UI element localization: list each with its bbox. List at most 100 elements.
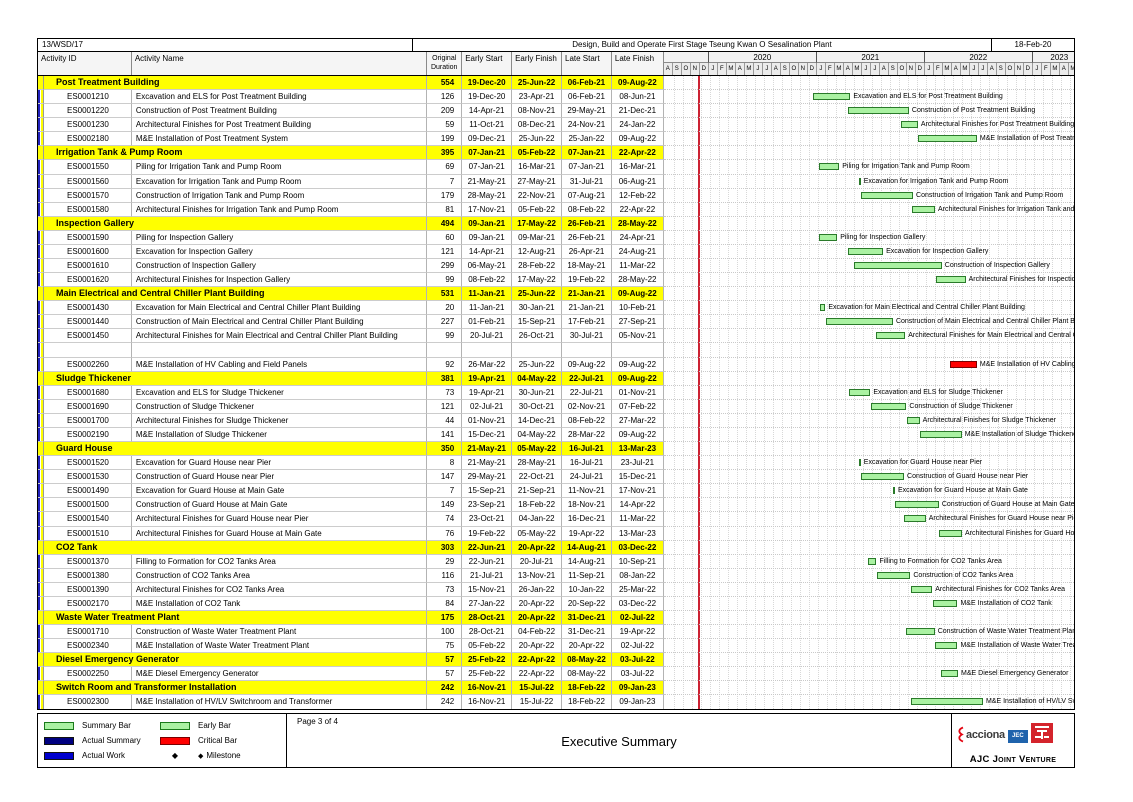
activity-id: ES0001560 — [44, 175, 132, 189]
late-start: 29-May-21 — [562, 104, 612, 118]
activity-id: ES0001690 — [44, 400, 132, 414]
activity-name: Excavation for Guard House near Pier — [132, 456, 427, 470]
timeline-month: N — [907, 63, 916, 75]
early-finish: 20-Apr-22 — [512, 597, 562, 611]
timeline-month: M — [1069, 63, 1074, 75]
timeline-month: J — [970, 63, 979, 75]
gantt-bar — [911, 698, 983, 705]
late-finish: 24-Jan-22 — [612, 118, 664, 132]
early-finish: 13-Nov-21 — [512, 569, 562, 583]
original-duration: 60 — [427, 231, 462, 245]
late-start: 11-Nov-21 — [562, 484, 612, 498]
late-start: 26-Feb-21 — [562, 231, 612, 245]
timeline-month: J — [754, 63, 763, 75]
late-finish: 08-Jan-22 — [612, 569, 664, 583]
section-duration: 531 — [427, 287, 462, 301]
activity-name: Excavation for Guard House at Main Gate — [132, 484, 427, 498]
timeline-header: 2020202120222023 ASONDJFMAMJJASONDJFMAMJ… — [664, 52, 1074, 75]
section-early-finish: 25-Jun-22 — [512, 287, 562, 301]
original-duration: 29 — [427, 555, 462, 569]
late-start: 26-Apr-21 — [562, 245, 612, 259]
gantt-bar-label: Architectural Finishes for Guard House a… — [965, 527, 1074, 541]
activity-name: Construction of Sludge Thickener — [132, 400, 427, 414]
gantt-row: Construction of Irrigation Tank and Pump… — [664, 189, 1074, 203]
section-early-finish: 20-Apr-22 — [512, 541, 562, 555]
activity-row: ES0001220 Construction of Post Treatment… — [38, 104, 1074, 118]
late-finish: 14-Apr-22 — [612, 498, 664, 512]
acciona-wordmark: acciona — [966, 729, 1005, 741]
original-duration: 100 — [427, 625, 462, 639]
activity-id: ES0001220 — [44, 104, 132, 118]
report-document: 13/WSD/17 Design, Build and Operate Firs… — [37, 38, 1075, 768]
section-late-finish: 22-Apr-22 — [612, 146, 664, 160]
section-name: Sludge Thickener — [44, 372, 427, 386]
activity-row: ES0001380 Construction of CO2 Tanks Area… — [38, 569, 1074, 583]
early-start: 11-Oct-21 — [462, 118, 512, 132]
gantt-row: Architectural Finishes for Guard House n… — [664, 512, 1074, 526]
original-duration: 92 — [427, 358, 462, 372]
gantt-row: Architectural Finishes for Post Treatmen… — [664, 118, 1074, 132]
original-duration: 227 — [427, 315, 462, 329]
col-header-original-duration: Original Duration — [427, 52, 462, 75]
late-start: 02-Nov-21 — [562, 400, 612, 414]
early-finish: 20-Apr-22 — [512, 639, 562, 653]
activity-row: ES0001580 Architectural Finishes for Irr… — [38, 203, 1074, 217]
activity-name — [132, 343, 427, 357]
gantt-row: M&E Installation of HV/LV Switchroom and… — [664, 695, 1074, 709]
section-duration: 242 — [427, 681, 462, 695]
gantt-bar-label: Architectural Finishes for Guard House n… — [929, 512, 1074, 526]
late-start: 11-Sep-21 — [562, 569, 612, 583]
gantt-bar — [912, 206, 935, 213]
gantt-bar-label: Excavation and ELS for Post Treatment Bu… — [853, 90, 1002, 104]
late-start: 20-Apr-22 — [562, 639, 612, 653]
activity-row: ES0001590 Piling for Inspection Gallery … — [38, 231, 1074, 245]
gantt-bar-label: Excavation for Inspection Gallery — [886, 245, 988, 259]
legend: Summary Bar Early Bar Actual Summary Cri… — [37, 713, 287, 768]
early-start: 15-Dec-21 — [462, 428, 512, 442]
col-header-early-finish: Early Finish — [512, 52, 562, 75]
early-finish: 26-Oct-21 — [512, 329, 562, 343]
gantt-bar-label: Excavation for Guard House near Pier — [864, 456, 982, 470]
timeline-month: N — [691, 63, 700, 75]
section-late-start: 06-Feb-21 — [562, 76, 612, 90]
activity-id: ES0001700 — [44, 414, 132, 428]
original-duration: 121 — [427, 400, 462, 414]
gantt-bar — [819, 234, 837, 241]
report-title-bar: 13/WSD/17 Design, Build and Operate Firs… — [37, 38, 1075, 52]
late-start: 18-Feb-22 — [562, 695, 612, 709]
gantt-bar-label: Filling to Formation for CO2 Tanks Area — [879, 555, 1001, 569]
activity-id: ES0001590 — [44, 231, 132, 245]
late-start: 08-Feb-22 — [562, 414, 612, 428]
late-finish: 03-Dec-22 — [612, 597, 664, 611]
gantt-bar-label: Excavation and ELS for Sludge Thickener — [873, 386, 1002, 400]
late-finish: 08-Jun-21 — [612, 90, 664, 104]
activity-name: M&E Installation of Waste Water Treatmen… — [132, 639, 427, 653]
activity-id: ES0002340 — [44, 639, 132, 653]
gantt-bar — [813, 93, 850, 100]
gantt-row: Construction of Guard House near Pier — [664, 470, 1074, 484]
activity-id: ES0001210 — [44, 90, 132, 104]
early-finish: 05-Feb-22 — [512, 203, 562, 217]
activity-id: ES0001230 — [44, 118, 132, 132]
acciona-logo: acciona — [956, 726, 1005, 743]
section-late-start: 31-Dec-21 — [562, 611, 612, 625]
section-name: Diesel Emergency Generator — [44, 653, 427, 667]
gantt-bar-label: M&E Installation of Waste Water Treatmen… — [960, 639, 1074, 653]
activity-row: ES0001600 Excavation for Inspection Gall… — [38, 245, 1074, 259]
section-name: Guard House — [44, 442, 427, 456]
activity-name: Construction of Post Treatment Building — [132, 104, 427, 118]
activity-id: ES0001610 — [44, 259, 132, 273]
early-start: 06-May-21 — [462, 259, 512, 273]
late-start: 19-Apr-22 — [562, 527, 612, 541]
early-finish: 30-Oct-21 — [512, 400, 562, 414]
timeline-month: M — [727, 63, 736, 75]
timeline-month: A — [988, 63, 997, 75]
section-late-finish: 09-Aug-22 — [612, 372, 664, 386]
activity-id: ES0001680 — [44, 386, 132, 400]
activity-row: ES0001520 Excavation for Guard House nea… — [38, 456, 1074, 470]
critical-bar-swatch — [160, 737, 190, 745]
timeline-month: M — [745, 63, 754, 75]
timeline-month: S — [781, 63, 790, 75]
early-start: 28-Oct-21 — [462, 625, 512, 639]
activity-row: ES0001620 Architectural Finishes for Ins… — [38, 273, 1074, 287]
